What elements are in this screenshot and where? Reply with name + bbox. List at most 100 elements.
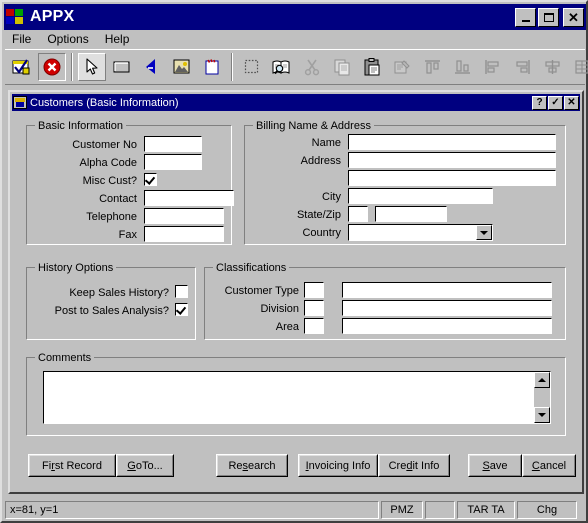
status-mode: PMZ [381, 501, 423, 519]
credit-info-button-label: Cre d it Info [379, 455, 449, 476]
close-button[interactable]: ✕ [563, 7, 584, 27]
credit-info-button[interactable]: Cre d it Info [378, 454, 450, 477]
customer-no-field[interactable] [144, 136, 202, 152]
status-change: Chg [517, 501, 577, 519]
classifications-group: Classifications Customer Type Division A… [204, 262, 566, 340]
billing-zip-field[interactable] [375, 206, 447, 222]
cut-icon[interactable] [298, 53, 326, 81]
maximize-button[interactable] [538, 7, 559, 27]
select-all-icon[interactable] [238, 53, 266, 81]
menu-options[interactable]: Options [39, 30, 96, 48]
toolbar-group-edit [237, 50, 588, 84]
cancel-icon[interactable] [38, 53, 66, 81]
pointer-icon[interactable] [78, 53, 106, 81]
post-to-sales-analysis-label: Post to Sales Analysis? [54, 305, 169, 317]
area-label: Area [275, 321, 299, 333]
keep-sales-history-checkbox[interactable] [175, 285, 188, 298]
research-button[interactable]: Re s earch [216, 454, 288, 477]
billing-state-field[interactable] [348, 206, 368, 222]
application-titlebar[interactable]: APPX ✕ [4, 4, 586, 30]
help-button[interactable]: ? [532, 95, 547, 110]
image-widget-icon[interactable] [168, 53, 196, 81]
comments-scrollbar[interactable] [534, 372, 550, 423]
billing-address-group: Billing Name & Address Name Address City… [244, 120, 566, 245]
toolbar-group-actions [7, 50, 67, 84]
contact-field[interactable] [144, 190, 234, 206]
align-left-icon[interactable] [478, 53, 506, 81]
invoicing-info-button-label: Invoicing Info [299, 455, 377, 476]
division-label: Division [260, 303, 299, 315]
billing-name-label: Name [311, 137, 341, 149]
minimize-button[interactable] [515, 7, 536, 27]
application-title: APPX [30, 8, 75, 25]
status-blank [425, 501, 455, 519]
save-button-label: Save [469, 455, 521, 476]
comments-group: Comments [26, 352, 566, 436]
division-code-field[interactable] [304, 300, 324, 316]
division-desc-field[interactable] [342, 300, 552, 316]
billing-address1-field[interactable] [348, 152, 556, 168]
misc-cust-checkbox[interactable] [144, 173, 157, 186]
form-titlebar[interactable]: Customers (Basic Information) ? ✓ ✕ [12, 94, 580, 111]
billing-address2-field[interactable] [348, 170, 556, 186]
text-widget-icon[interactable] [138, 53, 166, 81]
country-dropdown-arrow[interactable] [476, 225, 492, 240]
form-window: Customers (Basic Information) ? ✓ ✕ Basi… [8, 90, 584, 494]
validate-icon[interactable] [8, 53, 36, 81]
arrow-up-icon [538, 378, 546, 382]
new-widget-icon[interactable] [198, 53, 226, 81]
basic-information-group: Basic Information Customer No Alpha Code… [26, 120, 234, 245]
customer-type-code-field[interactable] [304, 282, 324, 298]
first-record-button[interactable]: Fi r st Record [28, 454, 116, 477]
comments-textarea[interactable] [43, 371, 551, 424]
distribute-icon[interactable] [568, 53, 588, 81]
copy-icon[interactable] [328, 53, 356, 81]
billing-country-combo[interactable] [348, 224, 493, 241]
alpha-code-field[interactable] [144, 154, 202, 170]
save-button[interactable]: Save [468, 454, 522, 477]
toolbar [5, 49, 588, 85]
toolbar-separator [71, 53, 73, 81]
invoicing-info-button[interactable]: Invoicing Info [298, 454, 378, 477]
first-record-button-label: Fi r st Record [29, 455, 115, 476]
maximize-icon [543, 12, 554, 22]
area-desc-field[interactable] [342, 318, 552, 334]
billing-country-label: Country [302, 227, 341, 239]
form-window-icon [13, 96, 27, 109]
ok-button[interactable]: ✓ [548, 95, 563, 110]
cancel-button[interactable]: Cancel [522, 454, 576, 477]
billing-address-legend: Billing Name & Address [253, 120, 374, 132]
billing-state-zip-label: State/Zip [296, 209, 341, 221]
properties-icon[interactable] [388, 53, 416, 81]
menu-file[interactable]: File [4, 30, 39, 48]
goto-button[interactable]: GoTo... [116, 454, 174, 477]
area-code-field[interactable] [304, 318, 324, 334]
alpha-code-label: Alpha Code [79, 157, 138, 169]
scroll-up-button[interactable] [534, 372, 550, 388]
fax-field[interactable] [144, 226, 224, 242]
billing-name-field[interactable] [348, 134, 556, 150]
customer-type-desc-field[interactable] [342, 282, 552, 298]
align-bottom-icon[interactable] [448, 53, 476, 81]
align-right-icon[interactable] [508, 53, 536, 81]
button-widget-icon[interactable] [108, 53, 136, 81]
post-to-sales-analysis-checkbox[interactable] [175, 303, 188, 316]
billing-address-label: Address [300, 155, 341, 167]
paste-icon[interactable] [358, 53, 386, 81]
form-title: Customers (Basic Information) [30, 96, 179, 109]
customer-no-label: Customer No [72, 139, 137, 151]
status-coordinates: x=81, y=1 [5, 501, 379, 519]
goto-button-label: GoTo... [117, 455, 173, 476]
telephone-field[interactable] [144, 208, 224, 224]
classifications-legend: Classifications [213, 262, 290, 274]
close-button[interactable]: ✕ [564, 95, 579, 110]
minimize-icon [521, 19, 530, 22]
scroll-down-button[interactable] [534, 407, 550, 423]
toolbar-group-widgets [77, 50, 227, 84]
billing-city-field[interactable] [348, 188, 493, 204]
find-icon[interactable] [268, 53, 296, 81]
comments-legend: Comments [35, 352, 95, 364]
menu-help[interactable]: Help [97, 30, 138, 48]
align-top-icon[interactable] [418, 53, 446, 81]
align-center-icon[interactable] [538, 53, 566, 81]
